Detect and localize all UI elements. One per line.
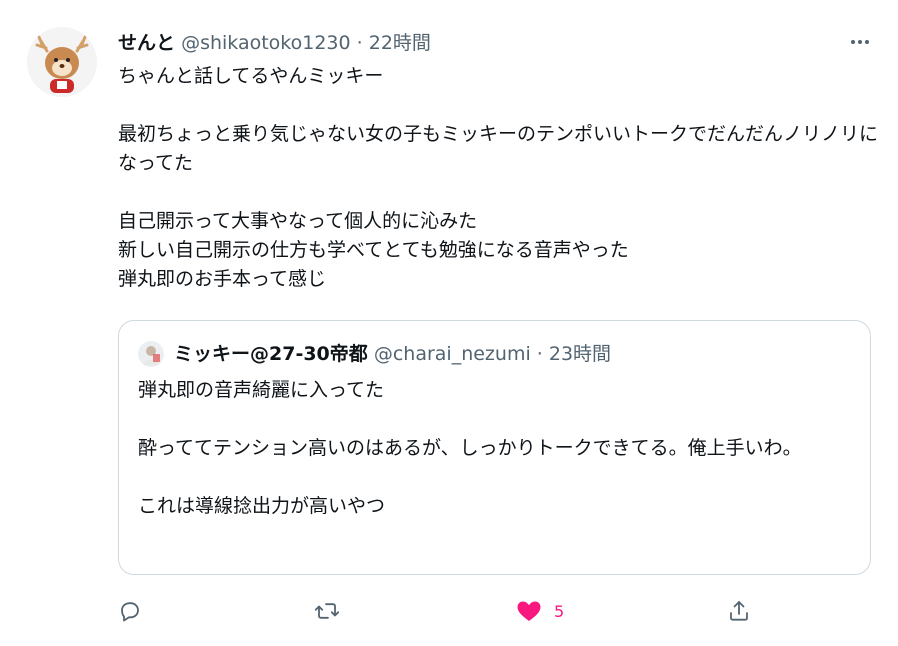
tweet-text: ちゃんと話してるやんミッキー 最初ちょっと乗り気じゃない女の子もミッキーのテンポ… — [118, 62, 878, 323]
quote-text: 弾丸即の音声綺麗に入ってた 酔っててテンション高いのはあるが、しっかりトークでき… — [138, 376, 848, 521]
avatar[interactable] — [27, 27, 97, 97]
quote-author-handle[interactable]: @charai_nezumi — [374, 343, 531, 365]
tweet[interactable]: せんと @shikaotoko1230 · 22時間 ちゃんと話してるやんミッキ… — [0, 0, 898, 646]
quote-avatar[interactable] — [138, 341, 164, 367]
retweet-icon — [314, 603, 340, 619]
share-icon — [730, 601, 748, 621]
separator: · — [536, 343, 543, 365]
user-avatar-icon — [138, 341, 164, 367]
action-bar: 5 — [118, 596, 878, 626]
tweet-paragraph: ちゃんと話してるやんミッキー — [118, 65, 384, 87]
tweet-paragraph: 自己開示って大事やなって個人的に沁みた 新しい自己開示の仕方も学べてとても勉強に… — [118, 210, 629, 290]
quoted-tweet[interactable]: ミッキー@27-30帝都 @charai_nezumi · 23時間 弾丸即の音… — [118, 320, 871, 575]
tweet-header: せんと @shikaotoko1230 · 22時間 — [118, 30, 431, 56]
more-options-icon[interactable] — [846, 30, 874, 54]
author-handle[interactable]: @shikaotoko1230 — [181, 32, 351, 54]
deer-mascot-avatar-icon — [27, 27, 97, 97]
author-name[interactable]: せんと — [118, 32, 175, 54]
reply-icon — [121, 602, 139, 622]
reply-button[interactable] — [118, 596, 142, 626]
retweet-button[interactable] — [314, 596, 340, 626]
like-button[interactable]: 5 — [516, 596, 564, 626]
tweet-paragraph: 最初ちょっと乗り気じゃない女の子もミッキーのテンポいいトークでだんだんノリノリに… — [118, 123, 879, 174]
quote-paragraph: 酔っててテンション高いのはあるが、しっかりトークできてる。俺上手いわ。 — [138, 437, 802, 459]
quote-header: ミッキー@27-30帝都 @charai_nezumi · 23時間 — [174, 341, 611, 367]
quote-author-name[interactable]: ミッキー@27-30帝都 — [174, 343, 368, 365]
separator: · — [356, 32, 363, 54]
quote-paragraph: 弾丸即の音声綺麗に入ってた — [138, 379, 385, 401]
like-count: 5 — [554, 601, 565, 621]
share-button[interactable] — [727, 596, 751, 626]
heart-filled-icon — [517, 601, 541, 621]
quote-timestamp[interactable]: 23時間 — [549, 343, 611, 365]
quote-paragraph: これは導線捻出力が高いやつ — [138, 495, 386, 517]
timestamp[interactable]: 22時間 — [369, 32, 431, 54]
